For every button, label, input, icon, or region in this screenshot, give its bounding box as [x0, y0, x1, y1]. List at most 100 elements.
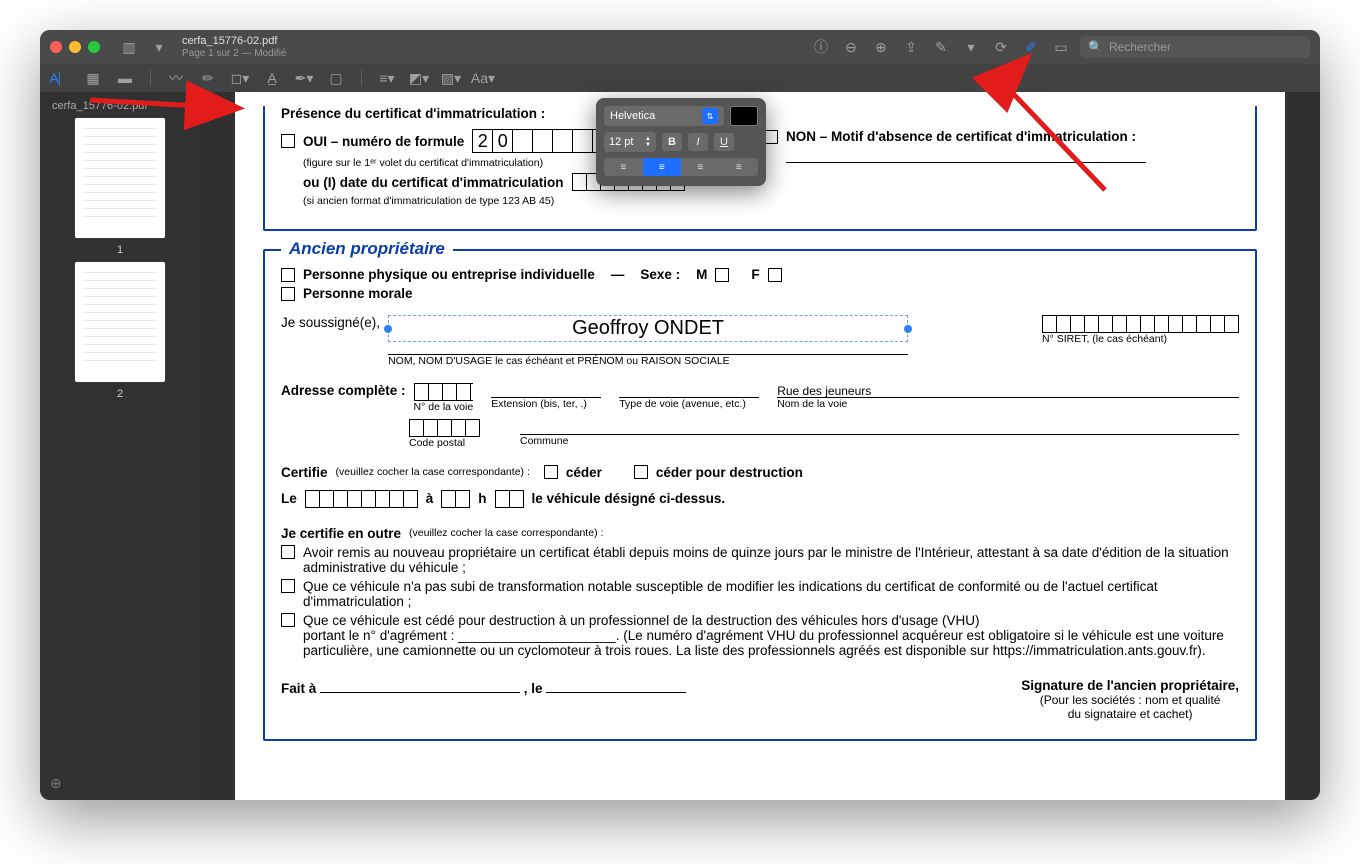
app-window: ▥ ▾ cerfa_15776-02.pdf Page 1 sur 2 — Mo…: [40, 30, 1320, 800]
fait-a-line[interactable]: [320, 678, 520, 693]
redact-tool-icon[interactable]: ▬: [114, 67, 136, 89]
highlight-dropdown-icon[interactable]: ▾: [960, 36, 982, 58]
zoom-in-icon[interactable]: ⊕: [870, 36, 892, 58]
align-left-icon[interactable]: ≡: [604, 158, 643, 176]
checkbox-c1[interactable]: [281, 545, 295, 559]
non-label: NON – Motif d'absence de certificat d'im…: [786, 129, 1136, 144]
stroke-icon[interactable]: ≡▾: [376, 67, 398, 89]
siret-cells[interactable]: [1042, 315, 1239, 333]
italic-button[interactable]: I: [688, 133, 708, 151]
type-line[interactable]: [619, 383, 759, 398]
certifie-label: Certifie: [281, 465, 328, 480]
border-color-icon[interactable]: ◩▾: [408, 67, 430, 89]
certifie-note: (veuillez cocher la case correspondante)…: [336, 466, 530, 478]
formule-digit-1: 2: [473, 130, 493, 152]
fait-a-label: Fait à: [281, 681, 316, 696]
le2-label: , le: [524, 681, 543, 696]
sketch-icon[interactable]: 〰: [165, 67, 187, 89]
filename: cerfa_15776-02.pdf: [182, 35, 287, 47]
checkbox-c3[interactable]: [281, 613, 295, 627]
align-right-icon[interactable]: ≡: [681, 158, 720, 176]
a-label: à: [426, 491, 434, 506]
cp-cells[interactable]: [409, 419, 480, 437]
note-icon[interactable]: ▢: [325, 67, 347, 89]
form-icon[interactable]: ▭: [1050, 36, 1072, 58]
search-placeholder: Rechercher: [1109, 40, 1171, 54]
dash: —: [611, 267, 625, 282]
font-size-field[interactable]: 12 pt ▲▼: [604, 132, 656, 152]
page-status: Page 1 sur 2 — Modifié: [182, 48, 287, 59]
outre-label: Je certifie en outre: [281, 526, 401, 541]
h-label: h: [478, 491, 486, 506]
thumb-label-1: 1: [48, 244, 192, 256]
heure-cells[interactable]: [441, 490, 470, 508]
type-sub: Type de voie (avenue, etc.): [619, 398, 759, 410]
checkbox-personne-morale[interactable]: [281, 287, 295, 301]
name-textbox[interactable]: Geoffroy ONDET: [388, 315, 908, 342]
text-box-icon[interactable]: A̲: [261, 67, 283, 89]
nom-voie-line[interactable]: Rue des jeuneurs: [777, 383, 1239, 398]
underline-button[interactable]: U: [714, 133, 734, 151]
sidebar-toggle-icon[interactable]: ▥: [118, 36, 140, 58]
search-field[interactable]: 🔍 Rechercher: [1080, 36, 1310, 58]
num-sub: N° de la voie: [414, 401, 474, 413]
checkbox-sexe-m[interactable]: [715, 268, 729, 282]
font-size-value: 12 pt: [609, 136, 633, 148]
ext-line[interactable]: [491, 383, 601, 398]
checkbox-ceder-destruction[interactable]: [634, 465, 648, 479]
font-color-swatch[interactable]: [730, 106, 758, 126]
info-icon[interactable]: ⓘ: [810, 36, 832, 58]
pp-label: Personne physique ou entreprise individu…: [303, 267, 595, 282]
select-tool-icon[interactable]: ▦: [82, 67, 104, 89]
highlight-icon[interactable]: ✎: [930, 36, 952, 58]
minimize-button[interactable]: [69, 41, 81, 53]
signature-block: Signature de l'ancien propriétaire, (Pou…: [1021, 678, 1239, 721]
num-voie-cells[interactable]: [414, 383, 474, 401]
motif-line[interactable]: [786, 148, 1146, 163]
body: cerfa_15776-02.pdf 1 2 ⊕ Présence du cer…: [40, 92, 1320, 800]
checkbox-ceder[interactable]: [544, 465, 558, 479]
date-le-cells[interactable]: [305, 490, 418, 508]
text-tool-icon[interactable]: A⎸: [50, 67, 72, 89]
markup-toolbar: A⎸ ▦ ▬ 〰 ✏ ◻▾ A̲ ✒▾ ▢ ≡▾ ◩▾ ▨▾ Aa▾: [40, 64, 1320, 92]
dropdown-icon[interactable]: ▾: [148, 36, 170, 58]
maximize-button[interactable]: [88, 41, 100, 53]
owner-box: Ancien propriétaire Personne physique ou…: [263, 249, 1257, 741]
align-justify-icon[interactable]: ≡: [720, 158, 759, 176]
font-select[interactable]: Helvetica ⇅: [604, 106, 724, 126]
draw-icon[interactable]: ✏: [197, 67, 219, 89]
rotate-icon[interactable]: ⟳: [990, 36, 1012, 58]
stepper-icon[interactable]: ▲▼: [645, 136, 651, 148]
sig-sub2: du signataire et cachet): [1021, 707, 1239, 721]
checkbox-non[interactable]: [764, 130, 778, 144]
page-thumbnail-2[interactable]: [75, 262, 165, 382]
markup-toggle-icon[interactable]: ✐: [1020, 36, 1042, 58]
cp-sub: Code postal: [409, 437, 480, 449]
close-button[interactable]: [50, 41, 62, 53]
checkbox-c2[interactable]: [281, 579, 295, 593]
font-name: Helvetica: [610, 110, 655, 122]
align-center-icon[interactable]: ≡: [643, 158, 682, 176]
shapes-icon[interactable]: ◻▾: [229, 67, 251, 89]
checkbox-personne-physique[interactable]: [281, 268, 295, 282]
fill-color-icon[interactable]: ▨▾: [440, 67, 462, 89]
checkbox-sexe-f[interactable]: [768, 268, 782, 282]
c2-text: Que ce véhicule n'a pas subi de transfor…: [303, 579, 1239, 609]
document-viewport[interactable]: Présence du certificat d'immatriculation…: [200, 92, 1320, 800]
add-page-icon[interactable]: ⊕: [50, 775, 62, 792]
minute-cells[interactable]: [495, 490, 524, 508]
c3b-text: portant le n° d'agrément : _____________…: [303, 628, 1224, 658]
c1-text: Avoir remis au nouveau propriétaire un c…: [303, 545, 1239, 575]
commune-line[interactable]: [520, 420, 1239, 435]
zoom-out-icon[interactable]: ⊖: [840, 36, 862, 58]
le2-line[interactable]: [546, 678, 686, 693]
text-style-icon[interactable]: Aa▾: [472, 67, 494, 89]
sign-icon[interactable]: ✒▾: [293, 67, 315, 89]
page-thumbnail-1[interactable]: [75, 118, 165, 238]
share-icon[interactable]: ⇪: [900, 36, 922, 58]
text-align-segment[interactable]: ≡ ≡ ≡ ≡: [604, 158, 758, 176]
title-block: cerfa_15776-02.pdf Page 1 sur 2 — Modifi…: [182, 35, 287, 58]
le-label: Le: [281, 491, 297, 506]
bold-button[interactable]: B: [662, 133, 682, 151]
checkbox-oui[interactable]: [281, 134, 295, 148]
